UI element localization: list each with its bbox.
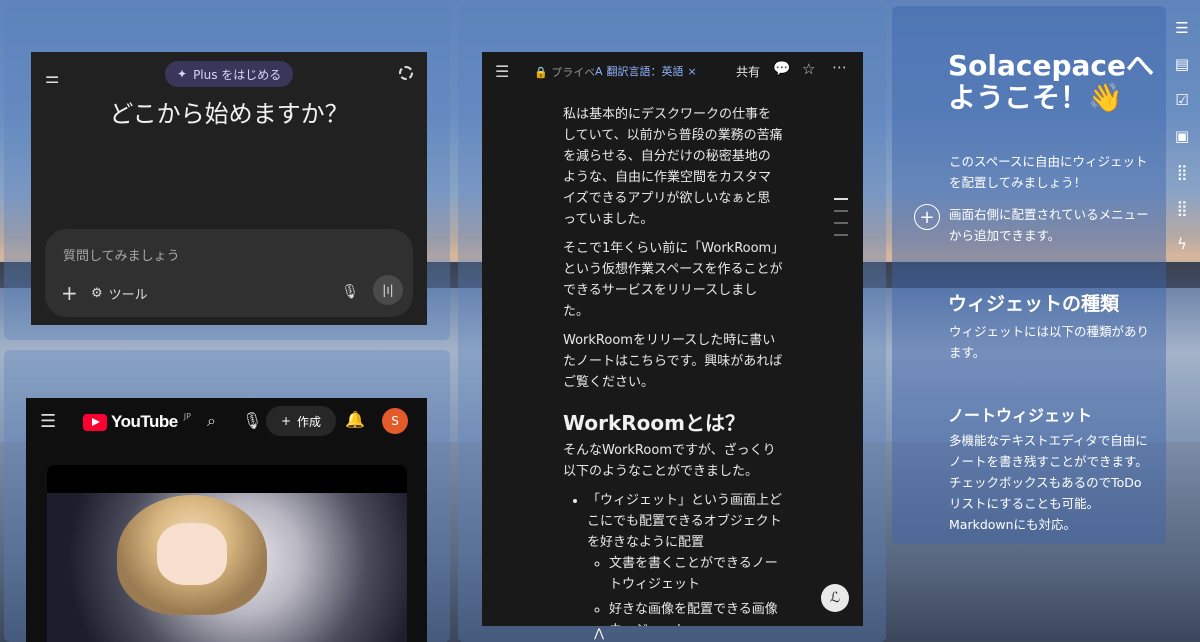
tools-button[interactable]: ⚙ ツール bbox=[91, 284, 148, 303]
widget-types-text: ウィジェットには以下の種類があります。 bbox=[949, 324, 1150, 360]
create-label: 作成 bbox=[297, 414, 322, 429]
chat-input[interactable]: 質問してみましょう bbox=[63, 245, 180, 264]
paragraph: 私は基本的にデスクワークの仕事をしていて、以前から普段の業務の苦痛を減らせる、自… bbox=[563, 107, 783, 227]
plus-upgrade-label: Plus をはじめる bbox=[193, 67, 282, 82]
add-attachment-icon[interactable]: + bbox=[61, 281, 78, 305]
video-thumbnail[interactable] bbox=[47, 465, 407, 642]
youtube-logo[interactable]: YouTube JP bbox=[83, 412, 191, 432]
paragraph: そこで1年くらい前に「WorkRoom」という仮想作業スペースを作ることができる… bbox=[563, 241, 783, 319]
translate-label: 翻訳言語：英語 bbox=[606, 65, 684, 78]
region-code: JP bbox=[183, 412, 191, 421]
translate-icon: A bbox=[595, 64, 603, 78]
chat-composer[interactable]: 質問してみましょう + ⚙ ツール 🎙 |ı| bbox=[45, 229, 413, 317]
section-heading: WorkRoomとは？ bbox=[563, 411, 745, 435]
app-logo-icon[interactable]: ⋀ bbox=[588, 626, 610, 642]
list-item: 好きな画像を配置できる画像ウィジェット bbox=[609, 599, 783, 626]
voice-search-icon[interactable]: 🎙 bbox=[242, 411, 262, 430]
sparkle-icon: ✦ bbox=[177, 67, 188, 81]
table-of-contents-indicator[interactable] bbox=[834, 198, 848, 246]
thumbnail-character-face bbox=[157, 523, 227, 585]
sidebar-toggle-icon[interactable]: ⚌ bbox=[45, 68, 59, 87]
calendar-check-icon[interactable]: ☑ bbox=[1170, 82, 1194, 118]
voice-mode-button[interactable]: |ı| bbox=[373, 275, 403, 305]
ai-assistant-icon[interactable]: ℒ bbox=[821, 584, 849, 612]
star-icon[interactable]: ☆ bbox=[802, 60, 815, 78]
widget-types-heading: ウィジェットの種類 bbox=[948, 293, 1120, 315]
menu-icon[interactable]: ☰ bbox=[495, 62, 509, 81]
grid-icon[interactable]: ⣿ bbox=[1170, 190, 1194, 226]
welcome-text: 画面右側に配置されているメニューから追加できます。 bbox=[949, 207, 1149, 243]
note-widget-heading: ノートウィジェット bbox=[948, 406, 1093, 425]
bullet-list: 「ウィジェット」という画面上どこにでも配置できるオブジェクトを好きなように配置 … bbox=[587, 490, 783, 626]
translate-chip[interactable]: A 翻訳言語：英語 × bbox=[595, 63, 697, 79]
list-item: 「ウィジェット」という画面上どこにでも配置できるオブジェクトを好きなように配置 … bbox=[587, 490, 783, 626]
add-widget-icon[interactable]: + bbox=[914, 204, 940, 230]
microphone-icon[interactable]: 🎙 bbox=[341, 284, 359, 300]
paragraph: WorkRoomをリリースした時に書いたノートはこちらです。興味があればご覧くだ… bbox=[563, 333, 783, 390]
note-content[interactable]: 私は基本的にデスクワークの仕事をしていて、以前から普段の業務の苦痛を減らせる、自… bbox=[563, 104, 783, 626]
avatar[interactable]: S bbox=[382, 408, 408, 434]
chat-widget: ⚌ ✦ Plus をはじめる どこから始めますか？ 質問してみましょう + ⚙ … bbox=[31, 52, 427, 325]
youtube-wordmark: YouTube bbox=[111, 412, 178, 431]
page-icon[interactable]: ▤ bbox=[1170, 46, 1194, 82]
youtube-play-icon bbox=[83, 413, 107, 431]
plus-upgrade-button[interactable]: ✦ Plus をはじめる bbox=[165, 61, 294, 87]
widget-rail: ☰ ▤ ☑ ▣ ⣿ ⣿ ϟ bbox=[1170, 10, 1194, 262]
tools-label: ツール bbox=[108, 288, 148, 303]
comment-icon[interactable]: 💬 bbox=[773, 61, 790, 77]
share-button[interactable]: 共有 bbox=[736, 63, 760, 80]
plus-icon: + bbox=[280, 414, 292, 428]
create-button[interactable]: + 作成 bbox=[266, 406, 336, 436]
welcome-panel: Solacepaceへ ようこそ！👋 このスペースに自由にウィジェットを配置して… bbox=[892, 6, 1166, 544]
welcome-title: Solacepaceへ ようこそ！👋 bbox=[948, 49, 1155, 114]
notifications-icon[interactable]: 🔔 bbox=[345, 410, 365, 429]
more-icon[interactable]: ⋯ bbox=[832, 58, 847, 76]
grid-icon[interactable]: ⣿ bbox=[1170, 154, 1194, 190]
note-widget-text: 多機能なテキストエディタで自由にノートを書き残すことができます。チェックボックス… bbox=[949, 433, 1148, 532]
welcome-text: このスペースに自由にウィジェットを配置してみましょう！ bbox=[949, 154, 1148, 190]
bolt-icon[interactable]: ϟ bbox=[1170, 226, 1194, 262]
temporary-chat-icon[interactable] bbox=[399, 66, 413, 80]
list-item: 文書を書くことができるノートウィジェット bbox=[609, 553, 783, 595]
image-icon[interactable]: ▣ bbox=[1170, 118, 1194, 154]
youtube-widget: ☰ YouTube JP ⌕ 🎙 + 作成 🔔 S bbox=[26, 398, 427, 642]
search-icon[interactable]: ⌕ bbox=[207, 411, 216, 431]
note-toolbar: ☰ 🔒 プライベ A 翻訳言語：英語 × 共有 💬 ☆ ⋯ bbox=[482, 52, 863, 90]
chat-heading: どこから始めますか？ bbox=[109, 100, 349, 128]
close-icon[interactable]: × bbox=[688, 65, 697, 78]
menu-icon[interactable]: ☰ bbox=[1170, 10, 1194, 46]
menu-icon[interactable]: ☰ bbox=[40, 411, 56, 432]
note-widget: ☰ 🔒 プライベ A 翻訳言語：英語 × 共有 💬 ☆ ⋯ 私は基本的にデスクワ… bbox=[482, 52, 863, 626]
sliders-icon: ⚙ bbox=[91, 286, 103, 301]
privacy-label[interactable]: 🔒 プライベ bbox=[534, 64, 594, 80]
paragraph: そんなWorkRoomですが、ざっくり以下のようなことができました。 bbox=[563, 443, 776, 479]
